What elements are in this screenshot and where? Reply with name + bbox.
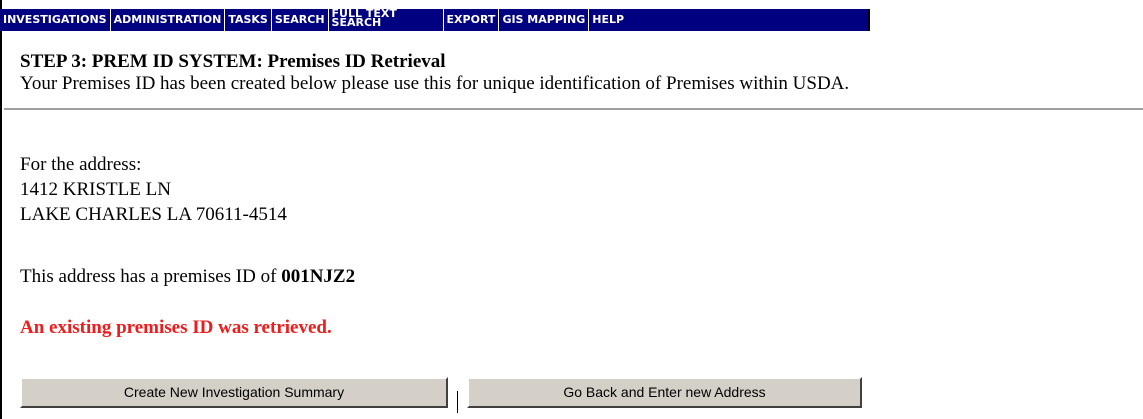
nav-export[interactable]: EXPORT	[444, 9, 500, 31]
left-frame-border	[0, 0, 2, 419]
nav-administration[interactable]: ADMINISTRATION	[111, 9, 226, 31]
address-line2: LAKE CHARLES LA 70611-4514	[20, 204, 287, 225]
page-title: STEP 3: PREM ID SYSTEM: Premises ID Retr…	[20, 51, 446, 72]
address-block: For the address: 1412 KRISTLE LN LAKE CH…	[20, 152, 287, 227]
address-intro: For the address:	[20, 154, 142, 175]
nav-gis-mapping[interactable]: GIS MAPPING	[499, 9, 590, 31]
nav-full-text-search[interactable]: FULL TEXT SEARCH	[329, 9, 444, 31]
premises-id-value: 001NJZ2	[281, 266, 356, 287]
nav-investigations[interactable]: INVESTIGATIONS	[0, 9, 111, 31]
status-message: An existing premises ID was retrieved.	[20, 317, 332, 338]
page-subtitle: Your Premises ID has been created below …	[20, 73, 850, 94]
address-line1: 1412 KRISTLE LN	[20, 179, 171, 200]
go-back-enter-address-button[interactable]: Go Back and Enter new Address	[467, 377, 862, 408]
premises-id-prefix: This address has a premises ID of	[20, 266, 282, 287]
nav-search[interactable]: SEARCH	[272, 9, 329, 31]
horizontal-divider	[4, 108, 1143, 110]
create-investigation-summary-button[interactable]: Create New Investigation Summary	[20, 377, 448, 408]
premises-id-line: This address has a premises ID of 001NJZ…	[20, 266, 355, 288]
top-navigation-bar: INVESTIGATIONS ADMINISTRATION TASKS SEAR…	[0, 9, 870, 31]
nav-help[interactable]: HELP	[589, 9, 868, 31]
nav-tasks[interactable]: TASKS	[225, 9, 272, 31]
button-separator	[457, 391, 458, 413]
